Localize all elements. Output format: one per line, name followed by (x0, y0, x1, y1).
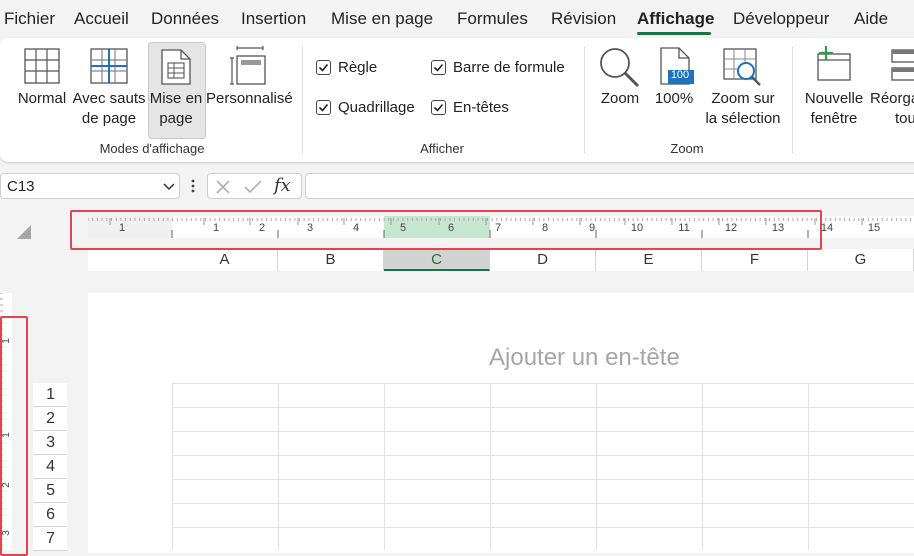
zoom-selection-button[interactable]: Zoom sur la sélection (700, 89, 786, 129)
column-header-d[interactable]: D (490, 249, 596, 271)
formula-input[interactable] (305, 173, 914, 199)
menu-fichier[interactable]: Fichier (4, 9, 55, 29)
ruler-checkbox[interactable] (316, 60, 331, 75)
new-window-label-2: fenêtre (810, 110, 858, 127)
zoom-selection-label-2: la sélection (705, 110, 781, 127)
active-tab-underline (637, 32, 711, 35)
select-all-icon[interactable] (16, 224, 32, 240)
ribbon-separator (792, 46, 793, 154)
menu-donnees[interactable]: Données (151, 9, 219, 29)
page-break-label-2: de page (81, 110, 137, 127)
headings-checkbox[interactable] (431, 100, 446, 115)
cancel-icon[interactable] (215, 179, 231, 195)
new-window-button[interactable]: Nouvelle fenêtre (800, 89, 868, 129)
page-break-preview-button[interactable]: Avec sauts de page (72, 89, 146, 129)
menu-accueil[interactable]: Accueil (74, 9, 129, 29)
vertical-ruler-highlight (0, 316, 28, 556)
page-header-placeholder[interactable]: Ajouter un en-tête (489, 344, 680, 372)
enter-check-icon[interactable] (243, 179, 263, 195)
menu-insertion[interactable]: Insertion (241, 9, 306, 29)
row-header-7[interactable]: 7 (33, 527, 67, 551)
column-header-e[interactable]: E (596, 249, 702, 271)
column-header-b[interactable]: B (278, 249, 384, 271)
page-break-preview-icon (90, 48, 128, 84)
gridlines-label: Quadrillage (338, 99, 415, 116)
menu-mise-en-page[interactable]: Mise en page (331, 9, 433, 29)
normal-view-button[interactable]: Normal (14, 89, 70, 109)
modes-group-label: Modes d'affichage (99, 141, 205, 156)
ruler-label: 14 (821, 222, 833, 234)
cell-grid[interactable] (172, 383, 914, 550)
zoom-100-icon-text: 100 (670, 69, 690, 81)
new-window-icon (817, 46, 851, 81)
menu-affichage[interactable]: Affichage (637, 9, 714, 29)
row-header-3[interactable]: 3 (33, 431, 67, 455)
menu-bar: Fichier Accueil Données Insertion Mise e… (0, 0, 914, 38)
name-box-value: C13 (7, 178, 35, 195)
row-header-4[interactable]: 4 (33, 455, 67, 479)
menu-developpeur[interactable]: Développeur (733, 9, 829, 29)
custom-views-icon (230, 46, 266, 85)
column-header-a[interactable]: A (172, 249, 278, 271)
ribbon-separator (302, 46, 303, 154)
checkmark-icon (318, 63, 329, 72)
checkmark-icon (433, 103, 444, 112)
menu-formules[interactable]: Formules (457, 9, 528, 29)
page-layout-label-2: page (159, 110, 193, 127)
menu-aide[interactable]: Aide (854, 9, 888, 29)
zoom-selection-label-1: Zoom sur (711, 90, 775, 107)
menu-revision[interactable]: Révision (551, 9, 616, 29)
row-header-5[interactable]: 5 (33, 479, 67, 503)
column-header-c[interactable]: C (384, 249, 490, 271)
arrange-all-icon (891, 49, 914, 81)
show-group-label: Afficher (420, 141, 464, 156)
column-header-g[interactable]: G (808, 249, 914, 271)
page-layout-label-1: Mise en (149, 90, 203, 107)
formula-bar-label: Barre de formule (453, 59, 565, 76)
name-box[interactable]: C13 (0, 173, 180, 199)
more-options-icon[interactable] (190, 178, 196, 194)
custom-views-button[interactable]: Personnalisé (206, 89, 293, 109)
page-break-label-1: Avec sauts (72, 90, 146, 107)
chevron-down-icon[interactable] (163, 182, 175, 192)
row-header-2[interactable]: 2 (33, 407, 67, 431)
zoom-button[interactable]: Zoom (594, 89, 646, 109)
zoom-100-button[interactable]: 100% (650, 89, 698, 109)
formula-actions: fx (207, 173, 302, 199)
insert-function-button[interactable]: fx (274, 175, 291, 196)
column-header-f[interactable]: F (702, 249, 808, 271)
normal-view-icon (24, 48, 60, 84)
checkmark-icon (318, 103, 329, 112)
page-layout-icon (161, 49, 191, 85)
zoom-group-label: Zoom (670, 141, 704, 156)
ruler-label: 15 (868, 222, 880, 234)
zoom-selection-icon (723, 48, 761, 86)
row-header-6[interactable]: 6 (33, 503, 67, 527)
column-header-spacer (88, 249, 172, 271)
ruler-label: Règle (338, 59, 378, 76)
headings-label: En-têtes (453, 99, 509, 116)
row-header-1[interactable]: 1 (33, 383, 67, 407)
new-window-label-1: Nouvelle (804, 90, 864, 107)
ribbon-separator (584, 46, 585, 154)
checkmark-icon (433, 63, 444, 72)
arrange-all-button[interactable]: Réorga tou (870, 89, 914, 129)
arrange-label-2: tou (895, 110, 914, 127)
page-layout-button[interactable]: Mise en page (148, 89, 204, 129)
formula-bar-checkbox[interactable] (431, 60, 446, 75)
gridlines-checkbox[interactable] (316, 100, 331, 115)
arrange-label-1: Réorga (870, 90, 914, 107)
horizontal-ruler-highlight (70, 210, 822, 250)
zoom-icon (600, 48, 640, 88)
zoom-100-icon (660, 47, 694, 85)
